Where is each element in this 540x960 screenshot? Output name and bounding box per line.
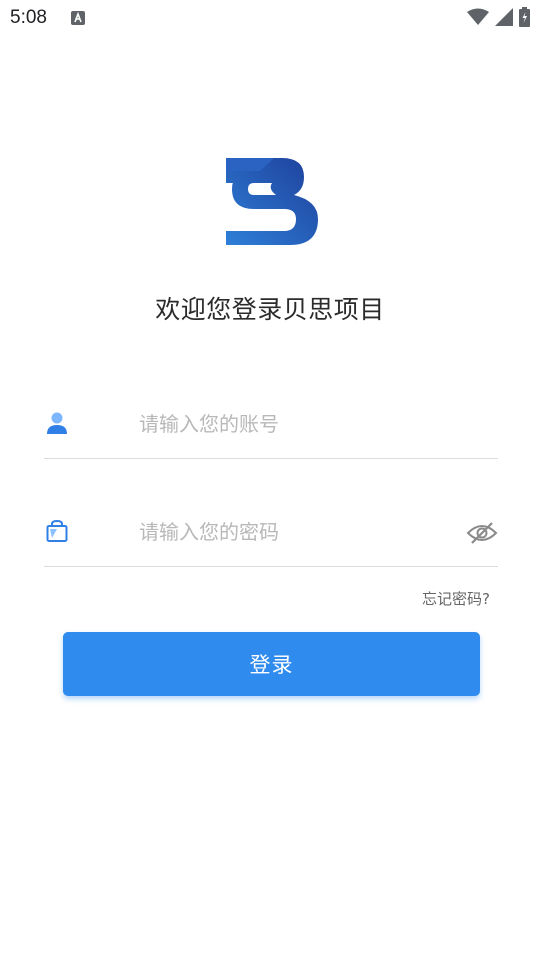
password-field-row bbox=[44, 504, 498, 567]
username-input[interactable] bbox=[139, 408, 449, 440]
wifi-icon bbox=[467, 8, 489, 26]
user-icon bbox=[46, 411, 68, 435]
status-icons bbox=[467, 7, 530, 27]
password-input[interactable] bbox=[139, 516, 449, 548]
forgot-password-link[interactable]: 忘记密码? bbox=[422, 589, 490, 609]
keyboard-a-icon bbox=[71, 11, 85, 25]
username-field-row bbox=[44, 396, 498, 459]
cell-signal-icon bbox=[495, 8, 513, 26]
welcome-title: 欢迎您登录贝思项目 bbox=[155, 295, 385, 324]
lock-icon bbox=[46, 519, 68, 543]
app-logo-icon bbox=[224, 155, 319, 247]
login-button[interactable]: 登录 bbox=[63, 632, 480, 696]
status-bar: 5:08 bbox=[0, 0, 540, 36]
status-time: 5:08 bbox=[10, 7, 47, 28]
battery-icon bbox=[519, 7, 530, 27]
eye-off-icon[interactable] bbox=[466, 521, 498, 545]
